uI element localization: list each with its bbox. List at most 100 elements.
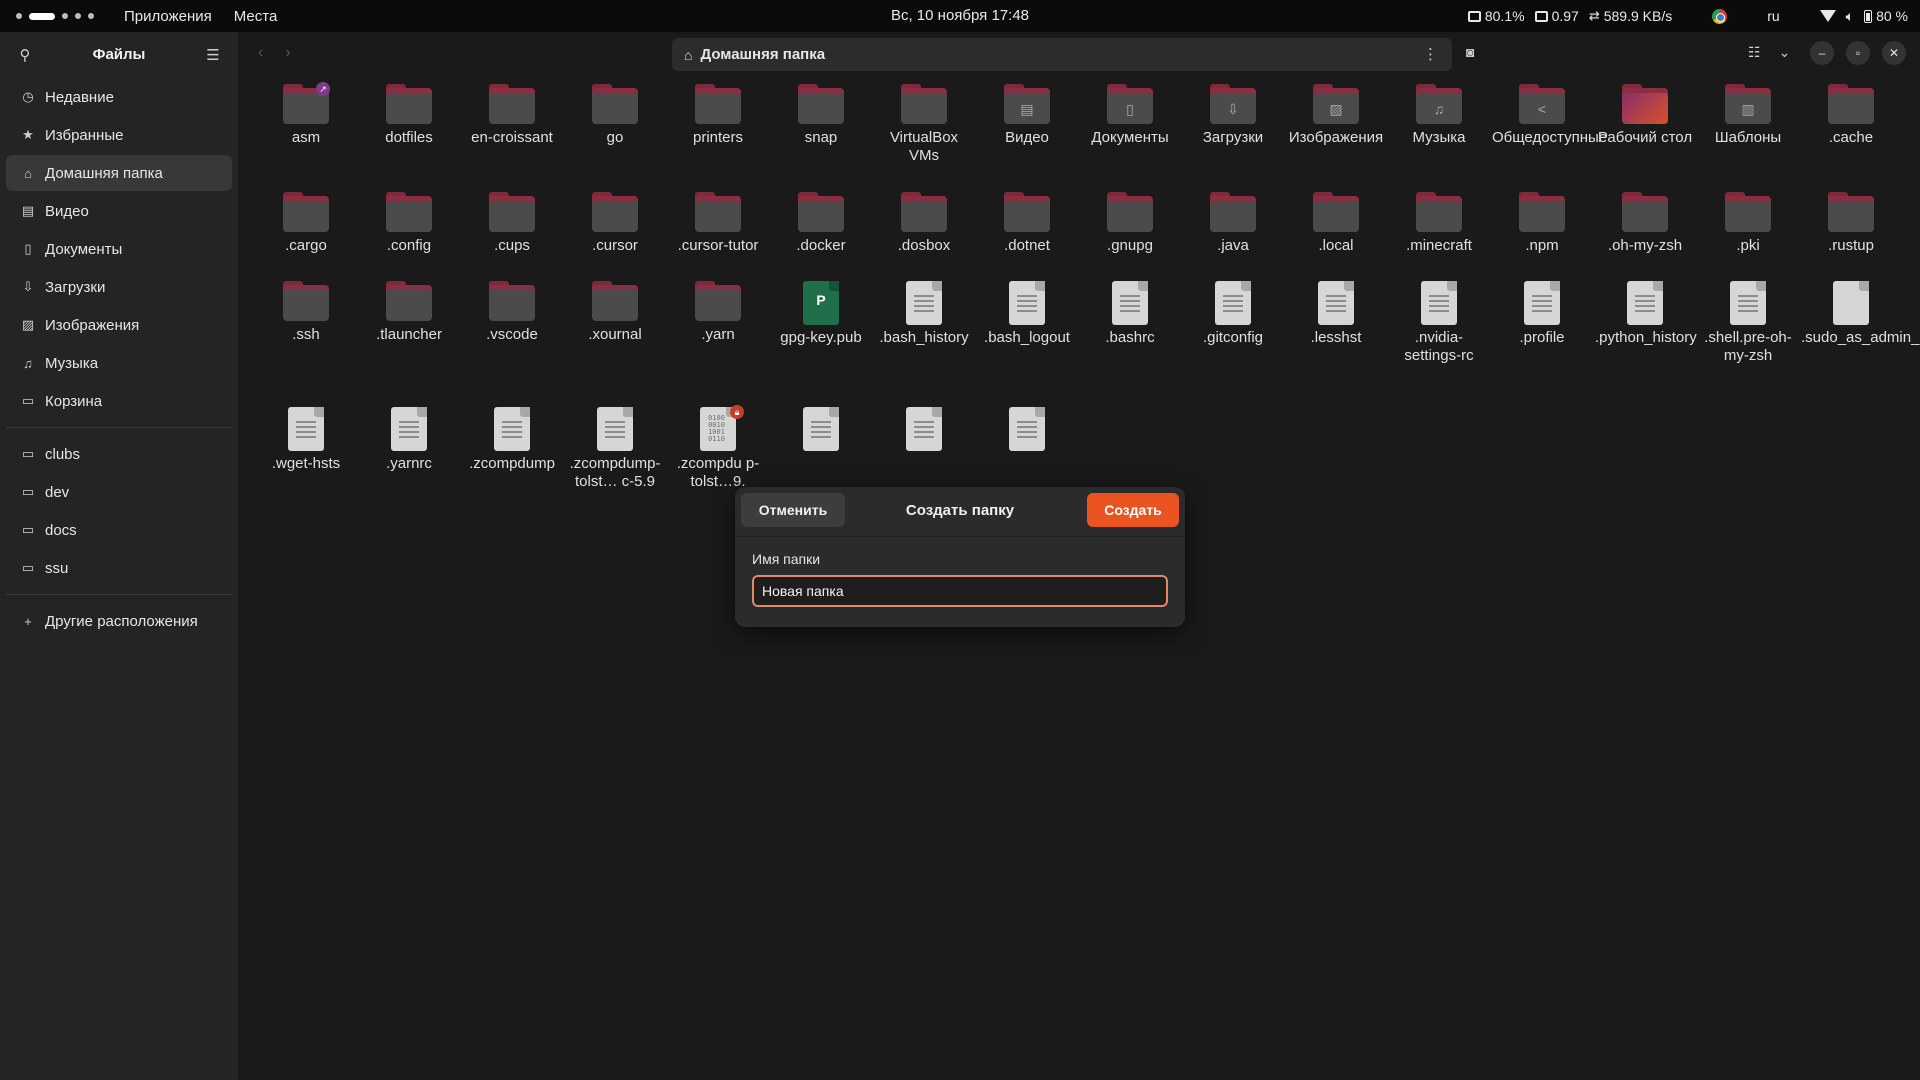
folder-item[interactable]: .cache	[1801, 84, 1901, 147]
folder-item[interactable]: ⇩ Загрузки	[1183, 84, 1283, 147]
net-value[interactable]: 589.9 KB/s	[1604, 8, 1673, 24]
search-icon[interactable]: ⚲	[14, 46, 36, 64]
sidebar-item-3[interactable]: ▤ Видео	[6, 193, 232, 229]
file-item[interactable]: .nvidia-settings-rc	[1389, 281, 1489, 365]
kebab-menu-icon[interactable]: ⋮	[1423, 45, 1438, 63]
keyboard-layout[interactable]: ru	[1767, 8, 1779, 24]
file-item[interactable]	[874, 407, 974, 455]
folder-item[interactable]: .docker	[771, 192, 871, 255]
file-item[interactable]	[771, 407, 871, 455]
folder-item[interactable]: .xournal	[565, 281, 665, 344]
places-menu[interactable]: Места	[234, 8, 278, 25]
folder-item[interactable]: en-croissant	[462, 84, 562, 147]
workspace-indicator[interactable]	[16, 12, 94, 20]
sidebar-item-2[interactable]: ▭ docs	[6, 512, 232, 548]
file-item[interactable]: .bashrc	[1080, 281, 1180, 347]
file-item[interactable]: .profile	[1492, 281, 1592, 347]
folder-name-input[interactable]	[752, 575, 1168, 607]
sidebar-item-0[interactable]: ◷ Недавние	[6, 79, 232, 115]
file-item[interactable]: .bash_logout	[977, 281, 1077, 347]
folder-item[interactable]: .ssh	[256, 281, 356, 344]
file-item[interactable]	[977, 407, 1077, 455]
load-value[interactable]: 0.97	[1552, 8, 1579, 24]
workspace-dot[interactable]	[62, 13, 68, 19]
folder-item[interactable]: ♫ Музыка	[1389, 84, 1489, 147]
sidebar-item-1[interactable]: ▭ dev	[6, 474, 232, 510]
wifi-icon[interactable]	[1819, 10, 1836, 22]
folder-item[interactable]: .rustup	[1801, 192, 1901, 255]
workspace-dot[interactable]	[88, 13, 94, 19]
sidebar-item-6[interactable]: ▨ Изображения	[6, 307, 232, 343]
folder-item[interactable]: .dotnet	[977, 192, 1077, 255]
path-location[interactable]: Домашняя папка	[700, 46, 825, 63]
forward-arrow-icon[interactable]: ›	[285, 44, 290, 62]
clock[interactable]: Вс, 10 ноября 17:48	[891, 7, 1029, 24]
battery-value[interactable]: 80 %	[1876, 8, 1908, 24]
file-item[interactable]: .gitconfig	[1183, 281, 1283, 347]
file-item[interactable]: .python_history	[1595, 281, 1697, 347]
folder-item[interactable]: .local	[1286, 192, 1386, 255]
folder-item[interactable]: .oh-my-zsh	[1595, 192, 1695, 255]
folder-item[interactable]: .tlauncher	[359, 281, 459, 344]
file-item[interactable]: .shell.pre-oh-my-zsh	[1698, 281, 1798, 365]
folder-item[interactable]: .cursor	[565, 192, 665, 255]
folder-item[interactable]: .config	[359, 192, 459, 255]
file-item[interactable]: .wget-hsts	[256, 407, 356, 473]
list-view-icon[interactable]: ☷	[1748, 44, 1761, 61]
applications-menu[interactable]: Приложения	[124, 8, 212, 25]
close-icon[interactable]: ✕	[1882, 41, 1906, 65]
folder-item[interactable]: ▤ Видео	[977, 84, 1077, 147]
sidebar-item-5[interactable]: ⇩ Загрузки	[6, 269, 232, 305]
folder-item[interactable]: ▨ Изображения	[1286, 84, 1386, 147]
maximize-icon[interactable]: ▫	[1846, 41, 1870, 65]
folder-item[interactable]: < Общедоступные	[1492, 84, 1607, 147]
volume-icon[interactable]: 🔈︎	[1846, 8, 1854, 25]
minimize-icon[interactable]: –	[1810, 41, 1834, 65]
back-arrow-icon[interactable]: ‹	[258, 44, 263, 62]
file-item[interactable]: .bash_history	[874, 281, 974, 347]
chrome-icon[interactable]	[1712, 8, 1728, 24]
workspace-dot[interactable]	[16, 13, 22, 19]
folder-item[interactable]: ↗ asm	[256, 82, 356, 147]
folder-item[interactable]: .minecraft	[1389, 192, 1489, 255]
cpu-value[interactable]: 80.1%	[1485, 8, 1525, 24]
folder-item[interactable]: go	[565, 84, 665, 147]
workspace-active[interactable]	[29, 12, 55, 20]
chevron-down-icon[interactable]: ⌄	[1779, 44, 1791, 61]
folder-item[interactable]: .vscode	[462, 281, 562, 344]
folder-item[interactable]: .pki	[1698, 192, 1798, 255]
folder-item[interactable]: snap	[771, 84, 871, 147]
folder-item[interactable]: .java	[1183, 192, 1283, 255]
file-item[interactable]: Pgpg-key.pub	[771, 281, 871, 347]
sidebar-item-1[interactable]: ★ Избранные	[6, 117, 232, 153]
sidebar-item-other-locations[interactable]: + Другие расположения	[6, 603, 232, 639]
sidebar-item-0[interactable]: ▭ clubs	[6, 436, 232, 472]
file-item[interactable]: 0100 0010 1001 0110 🔒︎ .zcompdu p-tolst…9.	[668, 405, 768, 491]
folder-item[interactable]: .yarn	[668, 281, 768, 344]
folder-item[interactable]: Рабочий стол	[1595, 84, 1695, 147]
folder-item[interactable]: .cups	[462, 192, 562, 255]
create-button[interactable]: Создать	[1087, 493, 1179, 527]
sidebar-item-8[interactable]: ▭ Корзина	[6, 383, 232, 419]
folder-item[interactable]: dotfiles	[359, 84, 459, 147]
file-item[interactable]: .zcompdump-tolst… c-5.9	[565, 407, 665, 491]
sidebar-item-2[interactable]: ⌂ Домашняя папка	[6, 155, 232, 191]
folder-item[interactable]: .npm	[1492, 192, 1592, 255]
folder-item[interactable]: .dosbox	[874, 192, 974, 255]
folder-item[interactable]: ▥ Шаблоны	[1698, 84, 1798, 147]
hamburger-menu-icon[interactable]: ☰	[202, 46, 224, 64]
file-item[interactable]: .zcompdump	[462, 407, 562, 473]
path-bar[interactable]: ⌂ Домашняя папка ⋮	[672, 38, 1452, 71]
folder-item[interactable]: ▯ Документы	[1080, 84, 1180, 147]
sidebar-item-7[interactable]: ♫ Музыка	[6, 345, 232, 381]
screenshot-icon[interactable]: ◙	[1466, 44, 1474, 60]
sidebar-item-3[interactable]: ▭ ssu	[6, 550, 232, 586]
file-item[interactable]: .lesshst	[1286, 281, 1386, 347]
folder-item[interactable]: VirtualBox VMs	[874, 84, 974, 165]
file-item[interactable]: .sudo_as_admin_successful	[1801, 281, 1920, 347]
folder-item[interactable]: .cursor-tutor	[668, 192, 768, 255]
sidebar-item-4[interactable]: ▯ Документы	[6, 231, 232, 267]
folder-item[interactable]: printers	[668, 84, 768, 147]
folder-item[interactable]: .cargo	[256, 192, 356, 255]
folder-item[interactable]: .gnupg	[1080, 192, 1180, 255]
